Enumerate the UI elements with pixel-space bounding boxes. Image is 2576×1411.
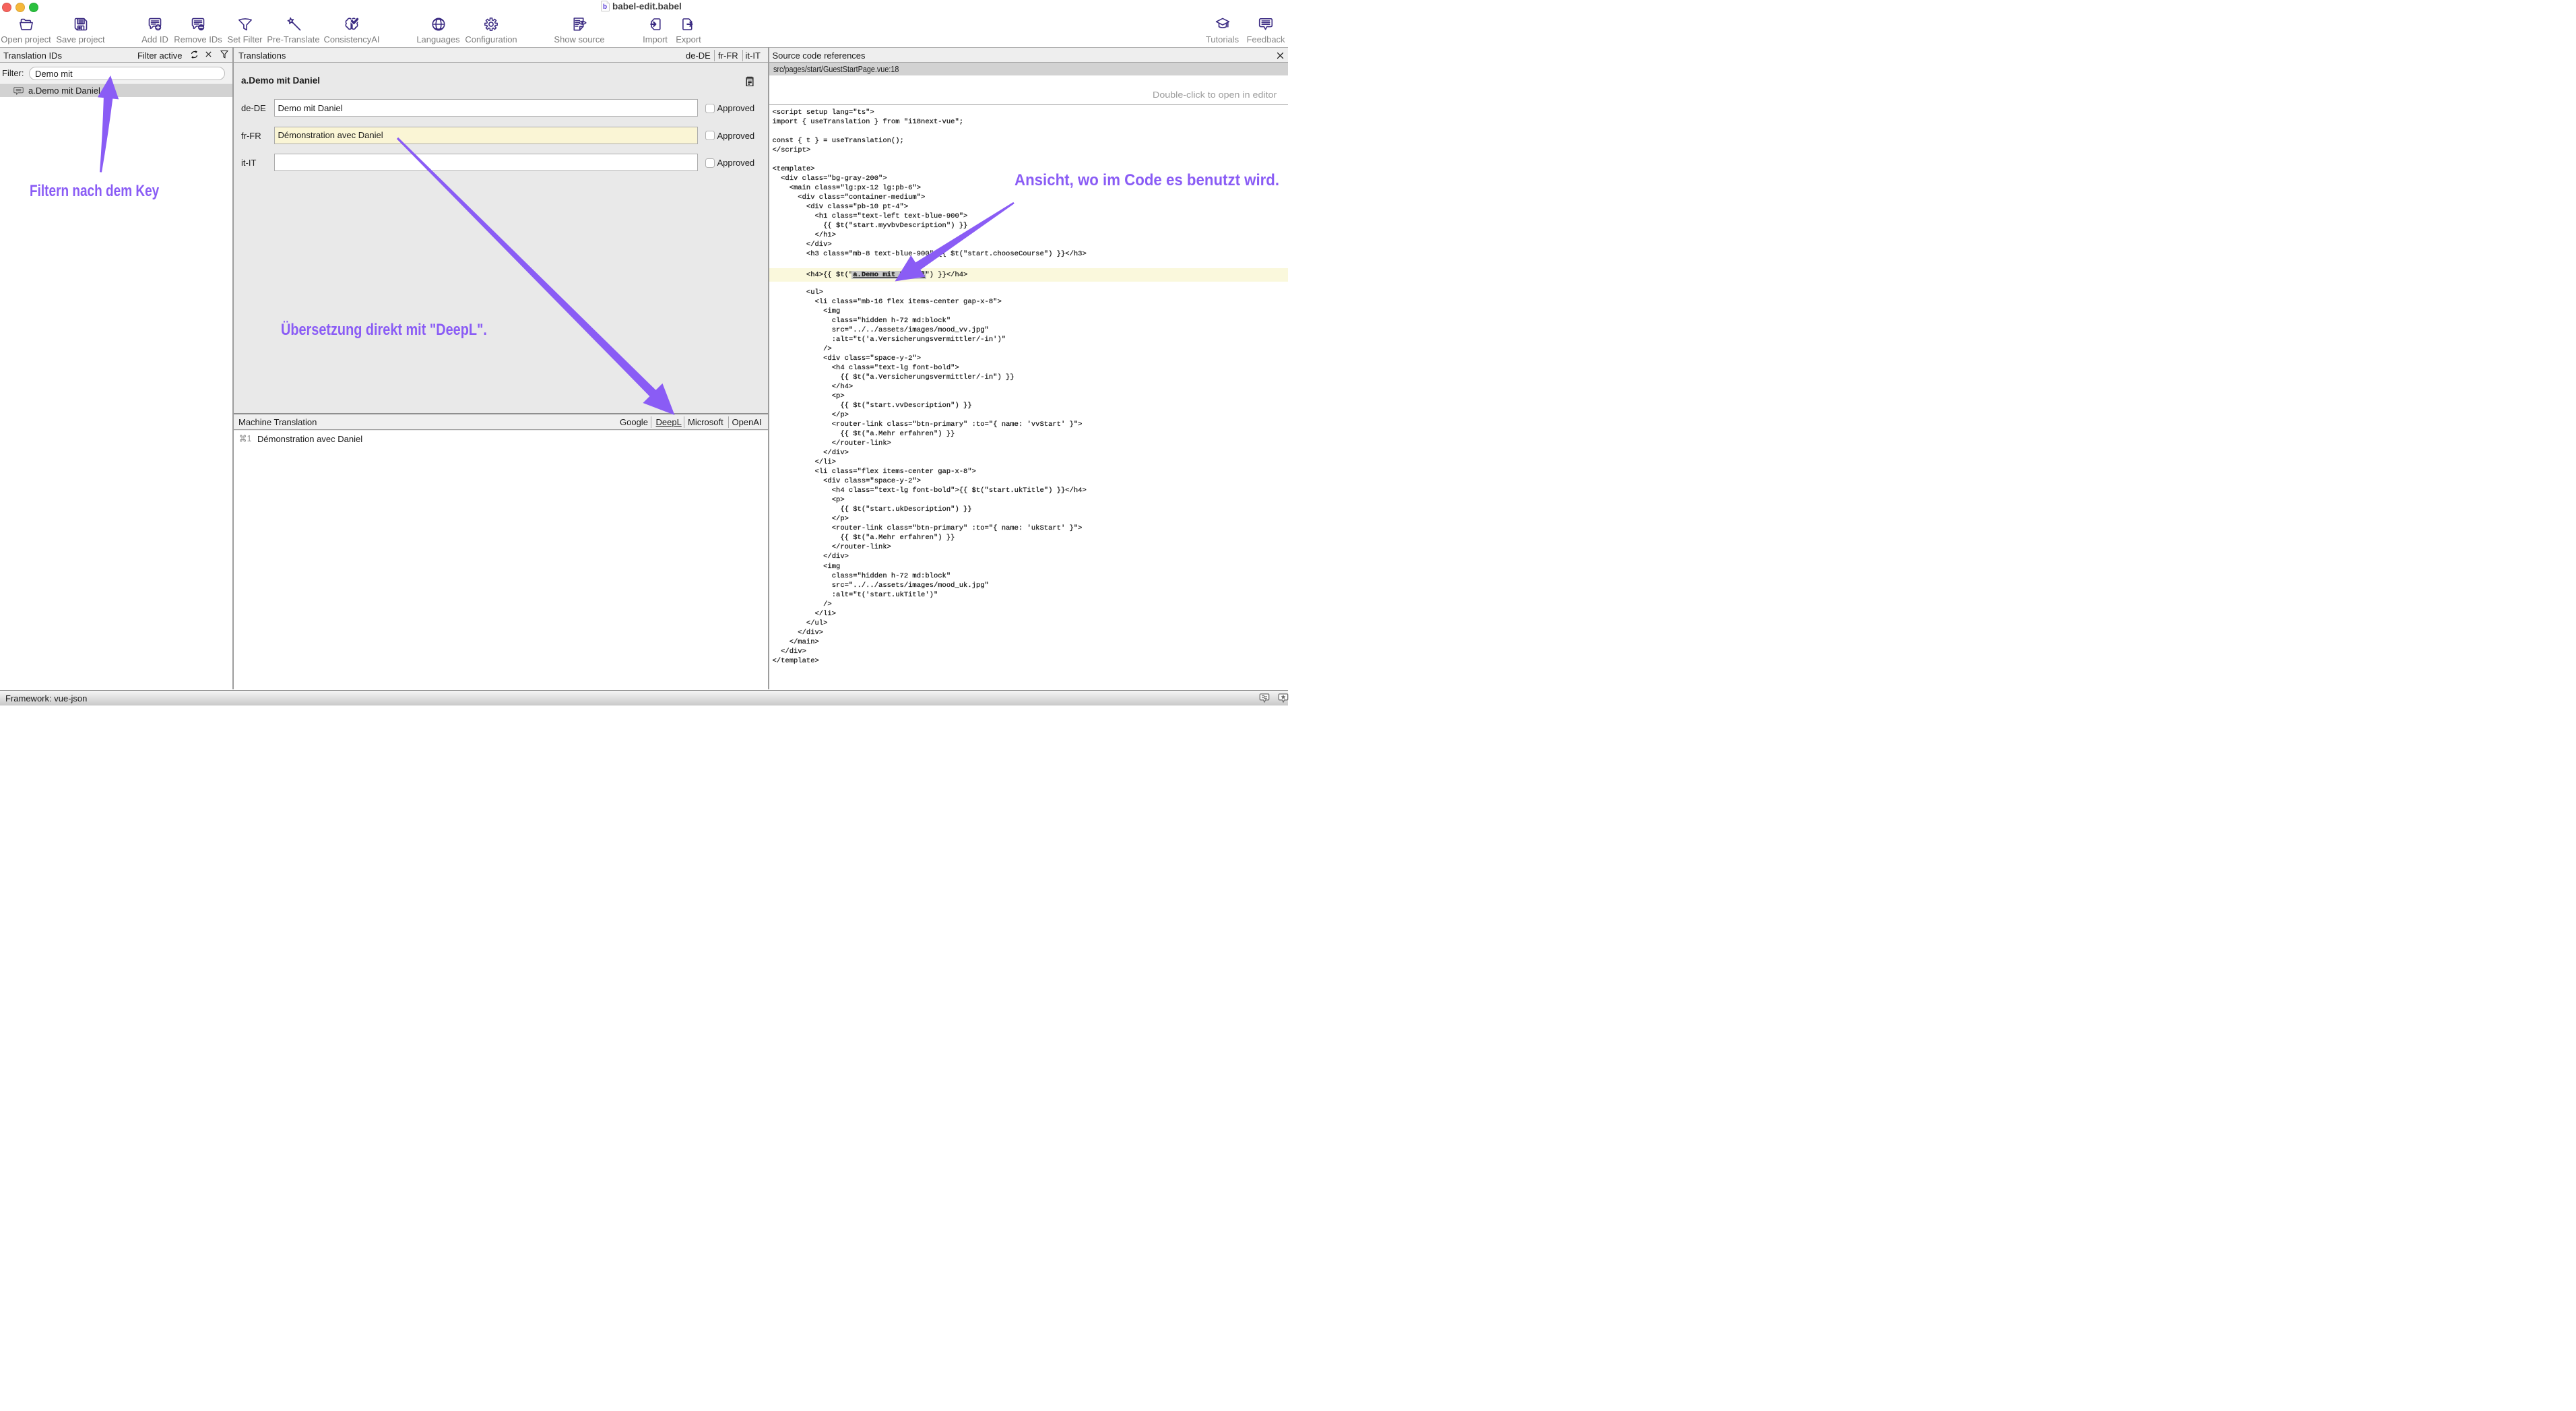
- svg-text:b: b: [603, 3, 607, 11]
